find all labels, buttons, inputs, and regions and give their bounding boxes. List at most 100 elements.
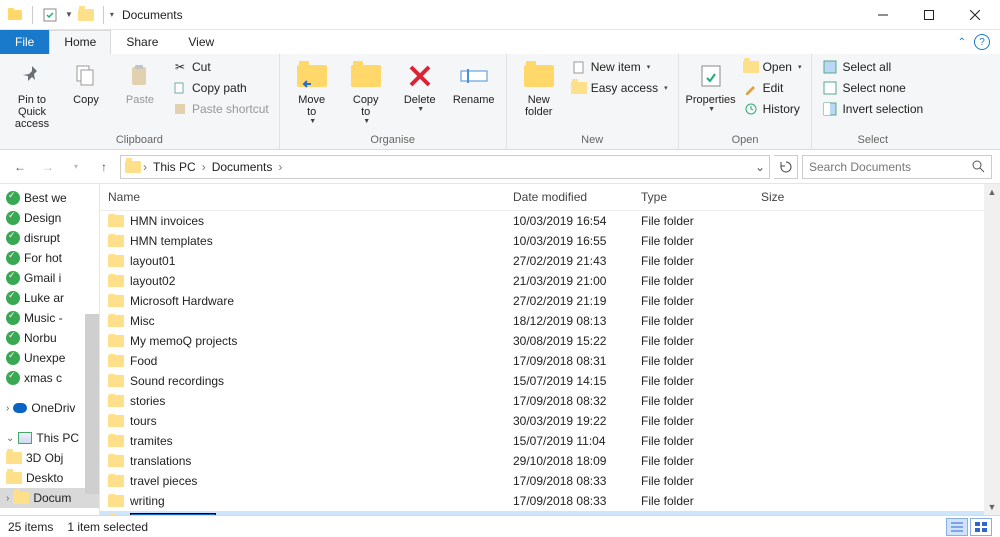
move-to-button[interactable]: Move to▼ (288, 58, 336, 125)
nav-up-button[interactable]: ↑ (92, 155, 116, 179)
new-folder-button[interactable]: New folder (515, 58, 563, 118)
file-scrollbar[interactable]: ▲ ▼ (984, 184, 1000, 515)
search-box[interactable]: Search Documents (802, 155, 992, 179)
chevron-icon[interactable]: › (6, 403, 9, 414)
address-bar[interactable]: › This PC › Documents › ⌄ (120, 155, 770, 179)
copy-button[interactable]: Copy (62, 58, 110, 106)
tree-scrollbar[interactable] (85, 314, 99, 494)
ribbon-group-organise: Move to▼ Copy to▼ Delete▼ Rename Organis… (280, 54, 507, 149)
address-history-drop-icon[interactable]: ⌄ (755, 160, 765, 174)
table-row[interactable]: travel pieces17/09/2018 08:33File folder (100, 471, 1000, 491)
tree-item[interactable]: Design (0, 208, 99, 228)
pin-label: Pin to Quick access (8, 94, 56, 130)
rename-input[interactable]: New folder (130, 513, 216, 515)
easy-access-button[interactable]: Easy access▾ (569, 79, 670, 97)
tree-item[interactable]: disrupt (0, 228, 99, 248)
refresh-button[interactable] (774, 155, 798, 179)
table-row[interactable]: tramites15/07/2019 11:04File folder (100, 431, 1000, 451)
file-rows[interactable]: HMN invoices10/03/2019 16:54File folderH… (100, 211, 1000, 515)
qat-properties-drop[interactable]: ▼ (65, 10, 73, 19)
table-row[interactable]: HMN invoices10/03/2019 16:54File folder (100, 211, 1000, 231)
properties-button[interactable]: Properties▼ (687, 58, 735, 113)
window-close-button[interactable] (952, 0, 998, 30)
table-row[interactable]: layout0221/03/2019 21:00File folder (100, 271, 1000, 291)
copy-to-drop-icon[interactable]: ▼ (363, 118, 370, 125)
properties-drop-icon[interactable]: ▼ (708, 106, 715, 113)
open-drop-icon[interactable]: ▾ (798, 63, 802, 71)
tab-file[interactable]: File (0, 30, 49, 54)
select-all-button[interactable]: Select all (820, 58, 925, 76)
tree-item[interactable]: Gmail i (0, 268, 99, 288)
cut-button[interactable]: ✂Cut (170, 58, 271, 76)
breadcrumb-separator-icon[interactable]: › (278, 160, 282, 174)
tree-item[interactable]: Best we (0, 188, 99, 208)
rename-button[interactable]: Rename (450, 58, 498, 106)
tree-item-label: Docum (33, 491, 71, 505)
column-type[interactable]: Type (633, 190, 753, 204)
move-to-drop-icon[interactable]: ▼ (309, 118, 316, 125)
breadcrumb-separator-icon[interactable]: › (202, 160, 206, 174)
edit-button[interactable]: Edit (741, 79, 804, 97)
table-row[interactable]: Misc18/12/2019 08:13File folder (100, 311, 1000, 331)
table-row[interactable]: translations29/10/2018 18:09File folder (100, 451, 1000, 471)
select-none-button[interactable]: Select none (820, 79, 925, 97)
new-item-drop-icon[interactable]: ▾ (647, 63, 651, 71)
table-row[interactable]: My memoQ projects30/08/2019 15:22File fo… (100, 331, 1000, 351)
table-row[interactable]: HMN templates10/03/2019 16:55File folder (100, 231, 1000, 251)
breadcrumb-documents[interactable]: Documents (208, 160, 277, 174)
chevron-icon[interactable]: › (6, 493, 9, 504)
tab-view[interactable]: View (173, 30, 229, 54)
easy-access-drop-icon[interactable]: ▾ (664, 84, 668, 92)
delete-button[interactable]: Delete▼ (396, 58, 444, 113)
tree-item[interactable]: Luke ar (0, 288, 99, 308)
copy-to-button[interactable]: Copy to▼ (342, 58, 390, 125)
view-icons-button[interactable] (970, 518, 992, 536)
column-date[interactable]: Date modified (505, 190, 633, 204)
tab-share[interactable]: Share (111, 30, 173, 54)
file-type: File folder (633, 374, 753, 388)
delete-drop-icon[interactable]: ▼ (417, 106, 424, 113)
column-size[interactable]: Size (753, 190, 833, 204)
scroll-down-icon[interactable]: ▼ (988, 499, 997, 515)
history-clock-icon (743, 101, 759, 117)
navigation-tree[interactable]: Best weDesigndisruptFor hotGmail iLuke a… (0, 184, 100, 515)
breadcrumb-documents-label: Documents (212, 160, 273, 174)
tab-home[interactable]: Home (49, 30, 111, 54)
chevron-icon[interactable]: ⌄ (6, 433, 14, 444)
copy-path-button[interactable]: Copy path (170, 79, 271, 97)
table-row[interactable]: New folder18/12/2019 08:13File folder (100, 511, 1000, 515)
qat-properties-icon[interactable] (41, 6, 59, 24)
view-details-button[interactable] (946, 518, 968, 536)
table-row[interactable]: Food17/09/2018 08:31File folder (100, 351, 1000, 371)
breadcrumb-thispc[interactable]: This PC (149, 160, 200, 174)
nav-recent-drop[interactable]: ▾ (64, 155, 88, 179)
nav-back-button[interactable]: ← (8, 155, 32, 179)
qat-customize-drop[interactable]: ▾ (110, 10, 114, 19)
table-row[interactable]: Microsoft Hardware27/02/2019 21:19File f… (100, 291, 1000, 311)
column-headers[interactable]: Name Date modified Type Size (100, 184, 1000, 211)
column-name[interactable]: Name (100, 190, 505, 204)
sync-badge-icon (6, 191, 20, 205)
table-row[interactable]: Sound recordings15/07/2019 14:15File fol… (100, 371, 1000, 391)
paste-button[interactable]: Paste (116, 58, 164, 106)
ribbon-collapse-chevron-icon[interactable]: ⌃ (958, 37, 966, 48)
paste-shortcut-button[interactable]: Paste shortcut (170, 100, 271, 118)
scroll-up-icon[interactable]: ▲ (988, 184, 997, 200)
pin-to-quick-access-button[interactable]: Pin to Quick access (8, 58, 56, 130)
table-row[interactable]: writing17/09/2018 08:33File folder (100, 491, 1000, 511)
table-row[interactable]: layout0127/02/2019 21:43File folder (100, 251, 1000, 271)
breadcrumb-separator-icon[interactable]: › (143, 160, 147, 174)
open-button[interactable]: Open▾ (741, 58, 804, 76)
nav-forward-button[interactable]: → (36, 155, 60, 179)
new-item-button[interactable]: New item▾ (569, 58, 670, 76)
history-button[interactable]: History (741, 100, 804, 118)
help-icon[interactable]: ? (974, 34, 990, 50)
tree-item[interactable]: For hot (0, 248, 99, 268)
window-maximize-button[interactable] (906, 0, 952, 30)
qat-newfolder-icon[interactable] (77, 6, 95, 24)
window-minimize-button[interactable] (860, 0, 906, 30)
sync-badge-icon (6, 351, 20, 365)
table-row[interactable]: stories17/09/2018 08:32File folder (100, 391, 1000, 411)
invert-selection-button[interactable]: Invert selection (820, 100, 925, 118)
table-row[interactable]: tours30/03/2019 19:22File folder (100, 411, 1000, 431)
